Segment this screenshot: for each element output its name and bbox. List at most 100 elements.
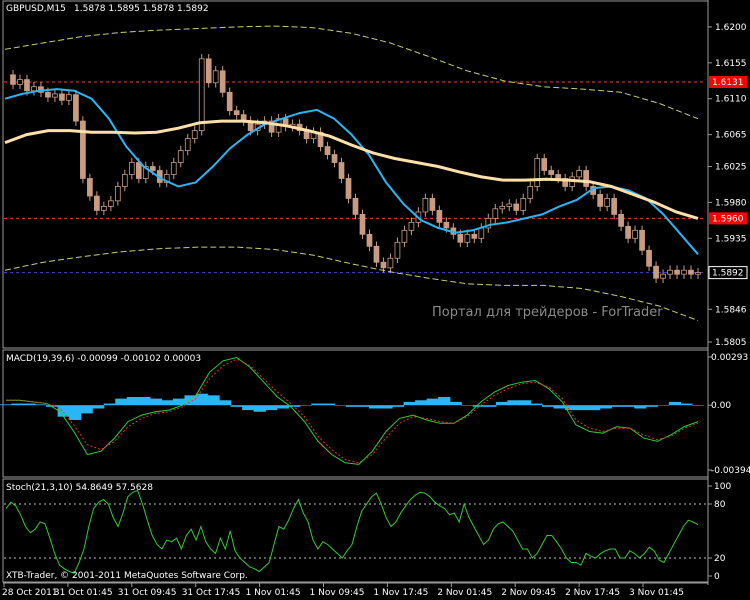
footer-copyright: XTB-Trader, © 2001-2011 MetaQuotes Softw… — [6, 571, 248, 581]
watermark: Портал для трейдеров - ForTrader — [432, 305, 663, 320]
price-candle — [198, 58, 205, 132]
price-candle — [352, 198, 359, 215]
price-candle — [73, 94, 79, 122]
macd-histogram-bar — [230, 405, 243, 407]
macd-tick-label: 0.00 — [711, 401, 731, 411]
macd-histogram-bar — [599, 405, 612, 409]
macd-histogram-bar — [392, 405, 405, 407]
price-candle — [59, 93, 65, 101]
time-tick-label: 3 Nov 01:45 — [629, 588, 684, 598]
price-candle — [464, 233, 471, 243]
price-candle — [492, 208, 499, 219]
chart-background — [0, 0, 750, 600]
price-candle — [324, 146, 331, 155]
price-tick-label: 1.6025 — [715, 163, 747, 173]
price-candle — [436, 209, 443, 223]
price-candle — [387, 257, 394, 269]
price-candle — [681, 269, 687, 275]
macd-histogram-bar — [276, 405, 289, 409]
macd-histogram-bar — [576, 405, 589, 411]
price-candle — [394, 241, 401, 259]
macd-histogram-bar — [69, 405, 82, 420]
price-candle — [380, 261, 387, 269]
price-candle — [359, 213, 366, 235]
price-candle — [632, 229, 638, 239]
time-tick-label: 2 Nov 17:45 — [565, 588, 620, 598]
price-candle — [94, 195, 100, 211]
stoch-title: Stoch(21,3,10) 54.8649 57.5628 — [6, 483, 153, 493]
price-candle — [212, 70, 219, 84]
macd-histogram-bar — [691, 405, 705, 406]
time-tick-label: 31 Oct 17:45 — [182, 588, 241, 598]
price-candle — [226, 91, 233, 112]
macd-histogram-bar — [34, 404, 47, 406]
macd-histogram-bar — [242, 405, 255, 411]
price-candle — [422, 198, 429, 213]
price-candle — [548, 170, 555, 175]
macd-histogram-bar — [103, 403, 116, 406]
macd-histogram-bar — [334, 405, 347, 406]
macd-histogram-bar — [645, 405, 658, 407]
macd-histogram-bar — [115, 398, 128, 406]
price-candle — [443, 221, 450, 229]
macd-histogram-bar — [11, 403, 24, 406]
time-tick-label: 2 Nov 09:45 — [501, 588, 556, 598]
price-candle — [695, 272, 701, 275]
price-candle — [101, 206, 107, 211]
price-tick-label: 1.5805 — [715, 338, 747, 348]
macd-histogram-bar — [138, 396, 151, 406]
price-candle — [338, 162, 345, 179]
price-candle — [205, 58, 212, 84]
price-candle — [688, 269, 694, 275]
macd-histogram-bar — [472, 405, 485, 407]
price-tick-label: 1.5980 — [715, 198, 747, 208]
price-candle — [506, 203, 513, 207]
macd-histogram-bar — [588, 405, 601, 411]
price-candle — [576, 170, 583, 178]
macd-histogram-bar — [495, 401, 508, 406]
price-candle — [114, 186, 121, 202]
price-candle — [87, 178, 93, 197]
price-tick-label: 1.6200 — [715, 23, 747, 33]
price-tick-label: 1.6155 — [715, 59, 747, 69]
price-label-text-0: 1.6131 — [712, 78, 744, 88]
macd-histogram-bar — [126, 396, 139, 406]
price-candle — [660, 273, 666, 279]
price-candle — [17, 79, 23, 85]
price-candle — [184, 138, 191, 151]
macd-histogram-bar — [23, 403, 36, 406]
macd-histogram-bar — [299, 405, 312, 406]
macd-histogram-bar — [265, 405, 278, 411]
macd-histogram-bar — [219, 400, 232, 406]
price-candle — [499, 206, 506, 210]
time-tick-label: 2 Nov 01:45 — [437, 588, 492, 598]
macd-title: MACD(19,39,6) -0.00099 -0.00102 0.00003 — [6, 354, 201, 364]
price-candle — [471, 233, 478, 239]
macd-histogram-bar — [484, 405, 497, 407]
macd-histogram-bar — [507, 400, 520, 406]
price-candle — [541, 158, 548, 171]
macd-histogram-bar — [80, 405, 93, 414]
macd-histogram-bar — [657, 405, 670, 406]
macd-histogram-bar — [634, 405, 647, 409]
price-candle — [52, 93, 58, 98]
macd-histogram-bar — [311, 403, 324, 406]
price-candle — [31, 86, 37, 92]
ohlc-header: 1.5878 1.5895 1.5878 1.5892 — [74, 4, 209, 14]
price-candle — [233, 110, 240, 116]
macd-tick-label: 0.00293 — [711, 353, 748, 363]
stoch-tick-label: 0 — [714, 572, 720, 582]
price-label-text-1: 1.5960 — [712, 214, 744, 224]
price-candle — [625, 225, 631, 239]
price-tick-label: 1.5935 — [715, 234, 747, 244]
price-candle — [66, 94, 72, 101]
price-candle — [534, 158, 541, 187]
price-candle — [191, 130, 198, 140]
price-candle — [24, 79, 30, 92]
price-candle — [604, 198, 610, 207]
macd-histogram-bar — [207, 395, 220, 406]
macd-histogram-bar — [161, 400, 174, 406]
price-candle — [170, 162, 177, 175]
macd-histogram-bar — [149, 398, 162, 406]
macd-histogram-bar — [530, 403, 543, 406]
